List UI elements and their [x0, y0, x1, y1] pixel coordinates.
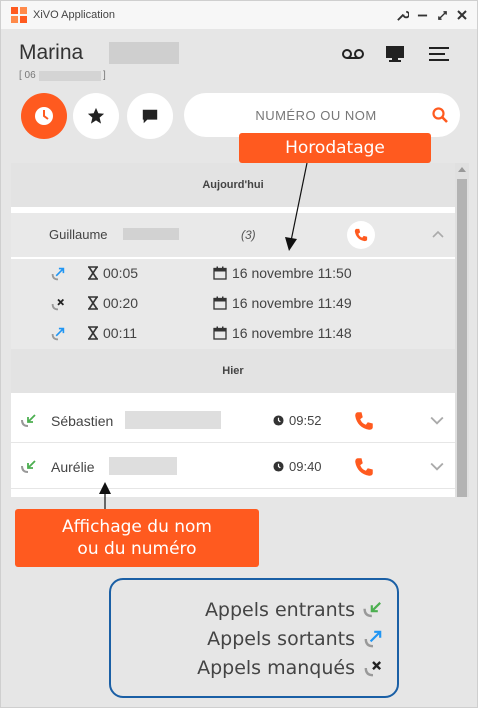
contact-name: Sébastien: [51, 413, 114, 429]
time-value: 09:52: [289, 413, 322, 428]
close-button[interactable]: [453, 6, 471, 24]
duration-value: 00:20: [103, 295, 139, 311]
clock-icon: [35, 107, 53, 125]
phone-icon[interactable]: [354, 457, 374, 477]
day-header-today: Aujourd'hui: [11, 163, 455, 207]
hourglass-icon: [88, 296, 98, 310]
maximize-button[interactable]: [433, 6, 451, 24]
star-icon: [87, 107, 105, 124]
search-icon[interactable]: [432, 107, 448, 123]
call-duration: 00:20: [87, 295, 138, 311]
timestamp-value: 16 novembre 11:49: [232, 295, 352, 311]
history-button[interactable]: [21, 93, 67, 139]
hourglass-icon: [88, 326, 98, 340]
search-bar[interactable]: [184, 93, 460, 137]
redacted-text: [125, 411, 221, 429]
legend-incoming: Appels entrants: [205, 598, 385, 622]
menu-icon[interactable]: [425, 43, 453, 65]
timestamp-value: 16 novembre 11:48: [232, 325, 352, 341]
call-detail-row: 00:20 16 novembre 11:49: [11, 289, 455, 319]
wrench-icon[interactable]: [393, 6, 411, 24]
clock-icon: [273, 415, 284, 426]
incoming-call-icon: [21, 414, 36, 427]
day-header-yesterday: Hier: [11, 349, 455, 393]
scroll-up-arrow-icon[interactable]: [458, 167, 466, 172]
call-button[interactable]: [347, 221, 375, 249]
call-timestamp: 16 novembre 11:49: [213, 295, 352, 311]
hourglass-icon: [88, 266, 98, 280]
call-type-legend: Appels entrants Appels sortants Appels m…: [109, 578, 399, 698]
search-input[interactable]: [200, 107, 432, 123]
timestamp-value: 16 novembre 11:50: [232, 265, 352, 281]
call-duration: 00:05: [87, 265, 138, 281]
legend-label: Appels entrants: [204, 599, 355, 621]
contact-name: Aurélie: [51, 459, 95, 475]
contact-name: Guillaume: [49, 227, 108, 242]
call-time: 09:40: [273, 459, 322, 474]
duration-value: 00:11: [103, 325, 137, 341]
redacted-text: [109, 457, 177, 475]
legend-missed: Appels manqués: [197, 656, 385, 680]
voicemail-icon[interactable]: [339, 43, 367, 65]
call-time: 09:52: [273, 413, 322, 428]
call-entry-row[interactable]: Sébastien 09:52: [11, 399, 455, 443]
favorites-button[interactable]: [73, 93, 119, 139]
window-title: XiVO Application: [33, 9, 115, 21]
redacted-text: [123, 228, 179, 240]
redacted-surname: [109, 42, 179, 64]
outgoing-call-icon: [364, 630, 382, 648]
call-detail-row: 00:05 16 novembre 11:50: [11, 259, 455, 289]
callout-line: ou du numéro: [77, 539, 197, 559]
missed-call-icon: [364, 661, 382, 677]
incoming-call-icon: [21, 460, 36, 473]
call-entry-row[interactable]: Aurélie 09:40: [11, 445, 455, 489]
chat-bubble-icon: [142, 109, 158, 124]
phone-icon[interactable]: [354, 411, 374, 431]
user-name: Marina: [19, 41, 84, 64]
xivo-logo-icon: [11, 7, 27, 23]
name-display-callout: Affichage du nom ou du numéro: [15, 509, 259, 567]
legend-label: Appels manqués: [197, 657, 355, 679]
calendar-icon: [213, 296, 227, 310]
duration-value: 00:05: [103, 265, 139, 281]
legend-label: Appels sortants: [207, 628, 355, 650]
time-value: 09:40: [289, 459, 322, 474]
calendar-icon: [213, 266, 227, 280]
call-count: (3): [241, 228, 256, 242]
legend-outgoing: Appels sortants: [207, 627, 385, 651]
messages-button[interactable]: [127, 93, 173, 139]
callout-line: Affichage du nom: [62, 517, 212, 537]
incoming-call-icon: [363, 602, 381, 618]
user-number-suffix: ]: [103, 70, 106, 81]
app-window: XiVO Application Marina [ 06 ] NUMÉRO OU…: [0, 0, 478, 708]
timestamp-callout: Horodatage: [239, 133, 431, 163]
call-timestamp: 16 novembre 11:48: [213, 325, 352, 341]
scrollbar-thumb[interactable]: [457, 179, 467, 497]
user-number-prefix: [ 06: [19, 70, 36, 81]
outgoing-call-icon: [51, 327, 65, 341]
phone-icon: [354, 228, 368, 242]
call-history-list[interactable]: Aujourd'hui Guillaume (3) 00:05 16 novem…: [11, 163, 455, 497]
calendar-icon: [213, 326, 227, 340]
chevron-down-icon[interactable]: [430, 460, 444, 474]
call-group-row[interactable]: Guillaume (3): [11, 213, 455, 257]
outgoing-call-icon: [51, 267, 65, 281]
missed-call-icon: [51, 298, 65, 311]
call-detail-row: 00:11 16 novembre 11:48: [11, 319, 455, 349]
chevron-down-icon[interactable]: [430, 414, 444, 428]
clock-icon: [273, 461, 284, 472]
redacted-number: [39, 71, 101, 81]
minimize-button[interactable]: [413, 6, 431, 24]
title-bar: XiVO Application: [1, 1, 477, 29]
call-duration: 00:11: [87, 325, 137, 341]
monitor-icon[interactable]: [381, 43, 409, 65]
chevron-up-icon[interactable]: [431, 227, 445, 241]
scrollbar[interactable]: [455, 163, 469, 497]
call-timestamp: 16 novembre 11:50: [213, 265, 352, 281]
